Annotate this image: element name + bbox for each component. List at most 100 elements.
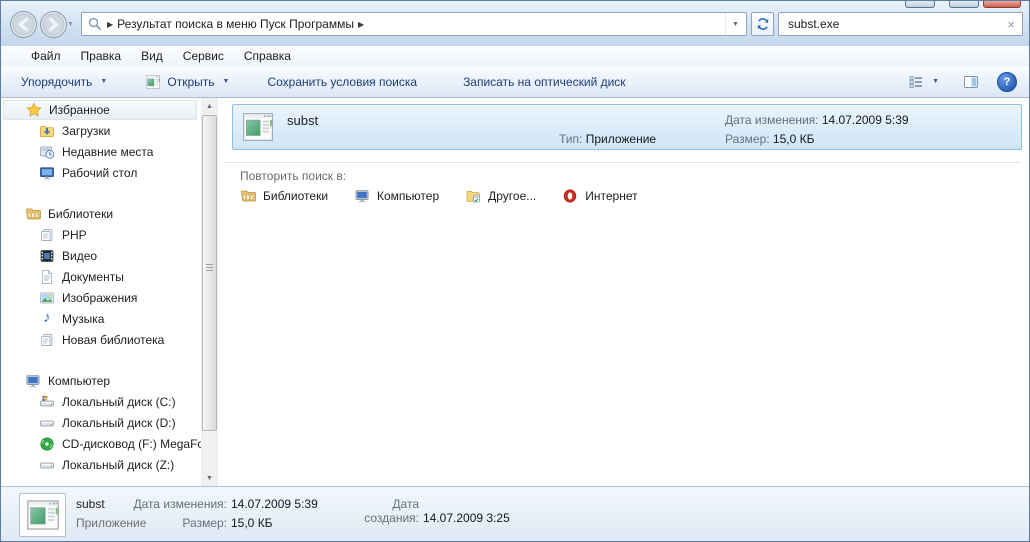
open-label: Открыть [167, 75, 214, 89]
sidebar-item-php[interactable]: PHP [1, 224, 201, 245]
sidebar-item-documents[interactable]: Документы [1, 266, 201, 287]
explorer-window: ▼ ▶ Результат поиска в меню Пуск Програм… [0, 0, 1030, 542]
clear-search-icon[interactable]: × [1007, 18, 1015, 31]
address-bar[interactable]: ▶ Результат поиска в меню Пуск Программы… [81, 12, 747, 36]
search-again-other[interactable]: Другое... [465, 188, 536, 204]
search-again-options: Библиотеки Компьютер Другое... Интернет [240, 188, 638, 204]
library-icon [39, 227, 55, 243]
close-button[interactable] [983, 1, 1021, 8]
search-again-option-label: Другое... [488, 189, 536, 203]
search-input[interactable] [786, 16, 1007, 32]
search-again-label: Повторить поиск в: [240, 169, 346, 183]
libraries-icon [25, 206, 41, 222]
sidebar-item-music[interactable]: ♪ Музыка [1, 308, 201, 329]
scrollbar-thumb[interactable] [202, 115, 217, 431]
sidebar-item-desktop[interactable]: Рабочий стол [1, 162, 201, 183]
scroll-down-icon[interactable]: ▼ [201, 470, 218, 486]
sidebar-item-label: Недавние места [62, 145, 153, 159]
cd-drive-icon [39, 436, 55, 452]
toolbar-right-group: ▼ ? [902, 70, 1017, 94]
chevron-down-icon[interactable]: ▼ [932, 78, 939, 85]
library-icon [39, 332, 55, 348]
menu-help[interactable]: Справка [234, 47, 301, 65]
sidebar-item-disk-d[interactable]: Локальный диск (D:) [1, 412, 201, 433]
sidebar-scrollbar[interactable]: ▲ ▼ [201, 98, 218, 486]
sidebar-section-favorites[interactable]: Избранное [3, 100, 197, 120]
search-again-computer[interactable]: Компьютер [354, 188, 439, 204]
breadcrumb-chevron-icon[interactable]: ▶ [358, 20, 364, 29]
preview-pane-icon [963, 74, 979, 90]
sidebar-item-label: Документы [62, 270, 124, 284]
change-view-button[interactable]: ▼ [902, 70, 945, 94]
sidebar-section-label: Библиотеки [48, 207, 113, 221]
chevron-down-icon[interactable]: ▼ [223, 78, 230, 85]
sidebar-item-video[interactable]: Видео [1, 245, 201, 266]
created-label: Дата создания: [335, 497, 419, 525]
sidebar-item-label: PHP [62, 228, 87, 242]
desktop-icon [39, 165, 55, 181]
refresh-button[interactable] [751, 12, 774, 36]
sidebar-section-label: Компьютер [48, 374, 110, 388]
result-name: subst [287, 113, 318, 128]
details-name: subst [76, 497, 105, 511]
title-bar: ▼ ▶ Результат поиска в меню Пуск Програм… [1, 1, 1029, 47]
recent-pages-chevron-icon[interactable]: ▼ [67, 21, 74, 28]
disk-icon [39, 415, 55, 431]
computer-icon [354, 188, 370, 204]
sidebar-item-downloads[interactable]: Загрузки [1, 120, 201, 141]
star-icon [26, 102, 42, 118]
burn-button[interactable]: Записать на оптический диск [457, 71, 632, 93]
scroll-up-icon[interactable]: ▲ [201, 98, 218, 114]
modified-value: 14.07.2009 5:39 [231, 497, 318, 511]
sidebar-item-cd-drive[interactable]: CD-дисковод (F:) MegaFor [1, 433, 201, 454]
sidebar-gap [1, 350, 201, 370]
menu-view[interactable]: Вид [131, 47, 173, 65]
search-again-libraries[interactable]: Библиотеки [240, 188, 328, 204]
search-again-option-label: Компьютер [377, 189, 439, 203]
help-button[interactable]: ? [997, 72, 1017, 92]
section-divider [224, 162, 1021, 163]
sidebar-item-new-library[interactable]: Новая библиотека [1, 329, 201, 350]
details-dates-column: Дата изменения:14.07.2009 5:39 Размер:15… [129, 497, 318, 511]
minimize-button[interactable] [905, 1, 935, 8]
open-button[interactable]: Открыть ▼ [139, 70, 235, 94]
search-box[interactable]: × [778, 12, 1023, 36]
modified-label: Дата изменения: [129, 497, 227, 511]
disk-icon [39, 457, 55, 473]
navigation-pane: Избранное Загрузки Недавние места Рабочи… [1, 98, 201, 486]
sidebar-section-computer[interactable]: Компьютер [1, 370, 201, 391]
menu-tools[interactable]: Сервис [173, 47, 234, 65]
sidebar-item-label: Локальный диск (D:) [62, 416, 176, 430]
menu-file[interactable]: Файл [21, 47, 71, 65]
address-dropdown-chevron-icon[interactable]: ▼ [725, 13, 745, 35]
sidebar-item-label: Локальный диск (C:) [62, 395, 176, 409]
save-search-button[interactable]: Сохранить условия поиска [261, 71, 423, 93]
sidebar-item-label: Рабочий стол [62, 166, 137, 180]
video-icon [39, 248, 55, 264]
maximize-button[interactable] [949, 1, 979, 8]
back-icon [9, 10, 38, 39]
custom-location-folder-icon [465, 188, 481, 204]
sidebar-item-pictures[interactable]: Изображения [1, 287, 201, 308]
size-value: 15,0 КБ [231, 516, 273, 530]
application-icon [25, 497, 61, 533]
document-icon [39, 269, 55, 285]
forward-button[interactable] [39, 10, 68, 39]
preview-pane-button[interactable] [957, 70, 985, 94]
size-label: Размер: [725, 132, 770, 146]
back-button[interactable] [9, 10, 38, 39]
search-again-option-label: Интернет [585, 189, 637, 203]
sidebar-item-label: Видео [62, 249, 97, 263]
sidebar-item-recent-places[interactable]: Недавние места [1, 141, 201, 162]
breadcrumb-chevron-icon[interactable]: ▶ [107, 20, 113, 29]
search-again-internet[interactable]: Интернет [562, 188, 637, 204]
sidebar-item-disk-z[interactable]: Локальный диск (Z:) [1, 454, 201, 475]
breadcrumb[interactable]: Результат поиска в меню Пуск Программы [117, 17, 354, 31]
search-result-item[interactable]: subst Тип: Приложение Дата изменения: 14… [232, 104, 1022, 150]
system-disk-icon [39, 394, 55, 410]
organize-button[interactable]: Упорядочить ▼ [15, 71, 113, 93]
results-pane: subst Тип: Приложение Дата изменения: 14… [218, 98, 1029, 486]
sidebar-item-disk-c[interactable]: Локальный диск (C:) [1, 391, 201, 412]
sidebar-section-libraries[interactable]: Библиотеки [1, 203, 201, 224]
menu-edit[interactable]: Правка [71, 47, 132, 65]
